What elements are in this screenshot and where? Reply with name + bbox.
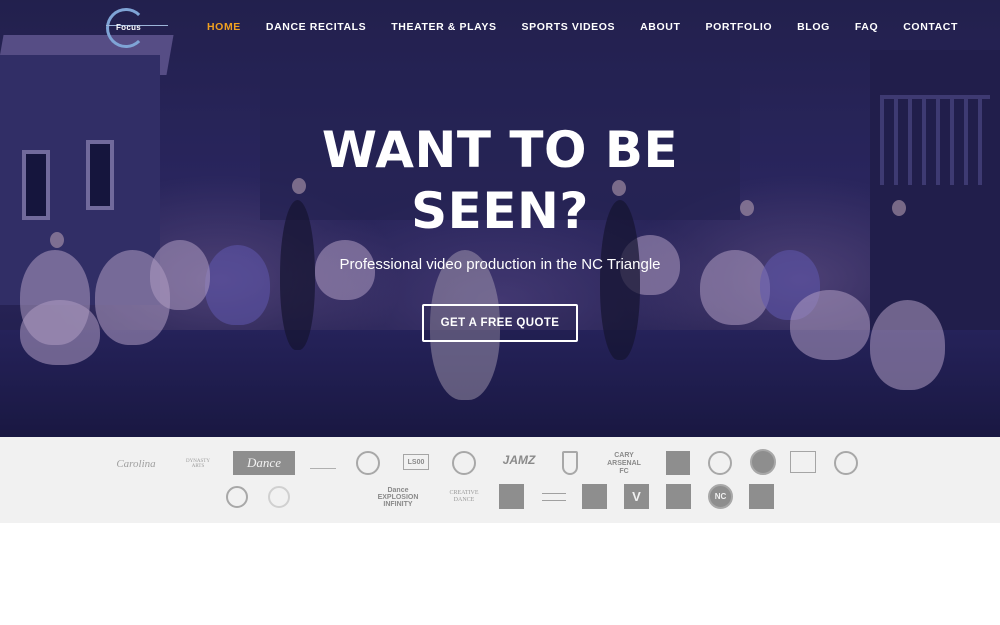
client-logo-ls00: LS00 [403,454,429,470]
nav-item-blog[interactable]: BLOG [797,21,830,33]
client-logo-faint-circle [268,486,290,508]
page-body-blank [0,523,1000,625]
hero-subtitle: Professional video production in the NC … [339,256,661,273]
creative-dance-line-1: CREATIVE [449,490,479,496]
client-logos-strip: Carolina DYNASTY ARTS Dance LS00 JAMZ CA… [0,437,1000,523]
client-logo-dance: Dance [233,451,295,475]
client-logo-seal [356,451,380,475]
hero-heading-line-1: WANT TO BE [321,121,679,179]
client-logo-square [499,484,524,509]
nav-item-portfolio[interactable]: PORTFOLIO [705,21,772,33]
nav-item-contact[interactable]: CONTACT [903,21,958,33]
client-logo-dancer-square [582,484,607,509]
nav-item-about[interactable]: ABOUT [640,21,680,33]
client-logo-v: V [624,484,649,509]
client-logo-jamz: JAMZ [502,453,536,467]
get-free-quote-button[interactable]: GET A FREE QUOTE [422,304,578,342]
dance-explosion-line-3: INFINITY [383,500,413,508]
site-logo[interactable]: Focus [106,8,168,48]
client-logo-carolina: Carolina [116,458,156,470]
hero-section: Focus HOME DANCE RECITALS THEATER & PLAY… [0,0,1000,437]
client-logo-script [314,487,344,505]
nav-item-home[interactable]: HOME [207,21,241,33]
nav-item-dance-recitals[interactable]: DANCE RECITALS [266,21,366,33]
nav-item-theater-plays[interactable]: THEATER & PLAYS [391,21,496,33]
cary-arsenal-line-1: CARY [614,452,634,459]
cary-arsenal-line-3: FC [619,468,629,475]
client-logo-faint-seal [226,486,248,508]
client-logo-ribbon [790,451,816,473]
logo-text: Focus [116,23,142,32]
hero-heading-line-2: SEEN? [411,182,589,240]
client-logo-shield [562,451,578,475]
client-logo-round [834,451,858,475]
client-logo-nc: NC [708,484,733,509]
client-logo-dance-explosion: Dance EXPLOSION INFINITY [375,485,421,509]
client-logo-mascot [874,449,892,475]
client-logo-tower [749,484,774,509]
creative-dance-line-2: DANCE [453,497,475,503]
client-logo-line [542,493,566,501]
client-logo-d-badge [666,451,690,475]
cary-arsenal-line-2: ARSENAL [607,460,641,467]
client-logo-cary-arsenal: CARY ARSENAL FC [598,451,650,477]
nav-menu: HOME DANCE RECITALS THEATER & PLAYS SPOR… [207,21,983,33]
client-logo-badge [452,451,476,475]
client-logo-circle [708,451,732,475]
nav-item-sports-videos[interactable]: SPORTS VIDEOS [522,21,616,33]
nav-item-faq[interactable]: FAQ [855,21,878,33]
client-logo-crest [666,484,691,509]
client-logo-creative-dance: CREATIVE DANCE [446,485,482,509]
dance-explosion-line-1: Dance [387,486,409,494]
client-logo-g-badge [750,449,776,475]
client-logo-dynasty-arts: DYNASTY ARTS [186,459,210,469]
client-logo-small [310,457,336,469]
top-navigation: Focus HOME DANCE RECITALS THEATER & PLAY… [0,0,1000,56]
hero-heading: WANT TO BE SEEN? [250,120,750,242]
dance-explosion-line-2: EXPLOSION [377,493,419,501]
